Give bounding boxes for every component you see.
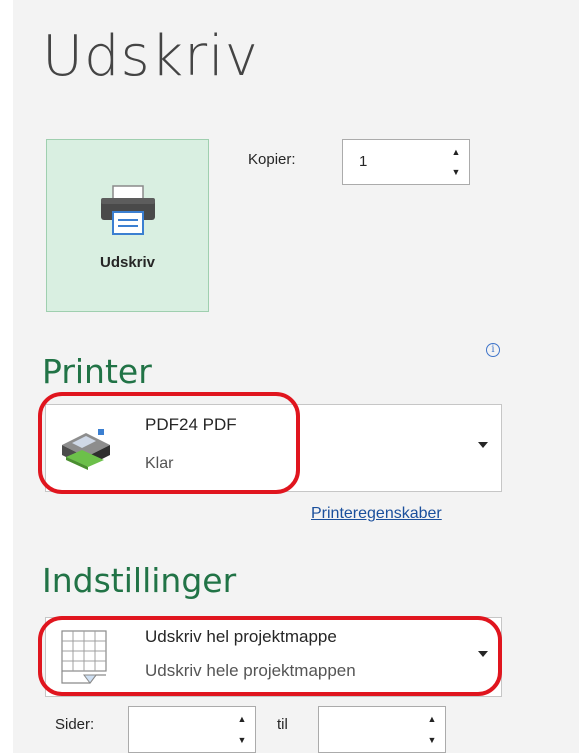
pdf-printer-icon xyxy=(58,423,114,478)
spin-down-icon[interactable]: ▼ xyxy=(425,731,439,749)
spin-down-icon[interactable]: ▼ xyxy=(449,163,463,181)
printer-properties-link[interactable]: Printeregenskaber xyxy=(311,505,442,523)
printer-dropdown[interactable]: PDF24 PDF Klar xyxy=(45,404,502,492)
workbook-icon xyxy=(60,629,110,692)
pages-from-spinner[interactable]: ▲ ▼ xyxy=(128,706,256,753)
spin-down-icon[interactable]: ▼ xyxy=(235,731,249,749)
print-scope-dropdown[interactable]: Udskriv hel projektmappe Udskriv hele pr… xyxy=(45,617,502,697)
copies-value[interactable]: 1 xyxy=(359,153,367,170)
printer-section-title: Printer xyxy=(42,352,152,391)
settings-section-title: Indstillinger xyxy=(42,561,237,600)
spin-up-icon[interactable]: ▲ xyxy=(449,143,463,161)
copies-spinner[interactable]: 1 ▲ ▼ xyxy=(342,139,470,185)
printer-icon xyxy=(95,180,161,245)
copies-label: Kopier: xyxy=(248,151,296,168)
spin-up-icon[interactable]: ▲ xyxy=(425,710,439,728)
chevron-down-icon[interactable] xyxy=(478,442,488,448)
pages-to-spinner[interactable]: ▲ ▼ xyxy=(318,706,446,753)
printer-status: Klar xyxy=(145,455,174,472)
printer-name: PDF24 PDF xyxy=(145,415,237,434)
print-button[interactable]: Udskriv xyxy=(46,139,209,312)
pages-label: Sider: xyxy=(55,716,95,733)
page-title: Udskriv xyxy=(42,24,259,89)
print-scope-title: Udskriv hel projektmappe xyxy=(145,627,337,646)
pages-to-label: til xyxy=(277,716,288,733)
print-scope-subtitle: Udskriv hele projektmappen xyxy=(145,661,356,680)
spin-up-icon[interactable]: ▲ xyxy=(235,710,249,728)
chevron-down-icon[interactable] xyxy=(478,651,488,657)
info-icon[interactable]: i xyxy=(486,343,500,357)
print-button-label: Udskriv xyxy=(99,254,156,271)
